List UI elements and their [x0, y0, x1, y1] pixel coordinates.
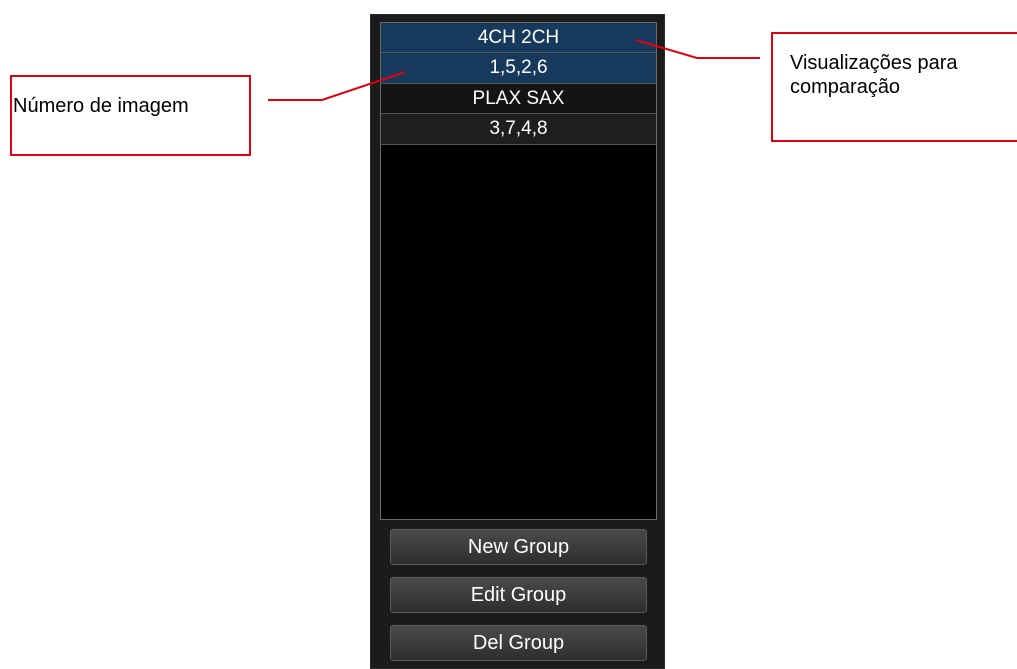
group-item-1[interactable]: 4CH 2CH 1,5,2,6 — [381, 23, 656, 84]
new-group-button[interactable]: New Group — [390, 529, 647, 565]
group-list[interactable]: 4CH 2CH 1,5,2,6 PLAX SAX 3,7,4,8 — [380, 22, 657, 520]
group-panel: 4CH 2CH 1,5,2,6 PLAX SAX 3,7,4,8 New Gro… — [370, 14, 665, 669]
group-item-2[interactable]: PLAX SAX 3,7,4,8 — [381, 84, 656, 145]
del-group-button[interactable]: Del Group — [390, 625, 647, 661]
group-1-views[interactable]: 4CH 2CH — [381, 23, 656, 53]
group-2-views[interactable]: PLAX SAX — [381, 84, 656, 114]
callout-views-text: Visualizações para comparação — [790, 52, 958, 98]
group-1-image-numbers[interactable]: 1,5,2,6 — [381, 53, 656, 84]
callout-image-number: Número de imagem — [10, 75, 251, 156]
callout-views-for-comparison: Visualizações para comparação — [771, 32, 1017, 142]
group-2-image-numbers[interactable]: 3,7,4,8 — [381, 114, 656, 145]
edit-group-button[interactable]: Edit Group — [390, 577, 647, 613]
callout-image-number-text: Número de imagem — [13, 95, 189, 117]
